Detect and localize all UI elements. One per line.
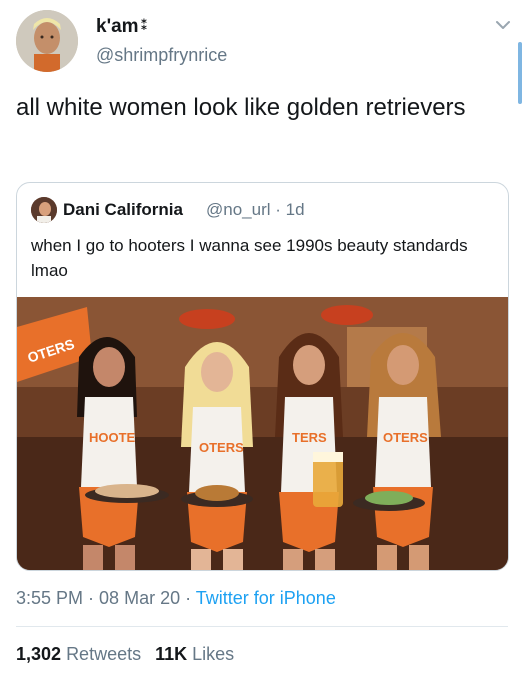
photo-shirt-text-1: HOOTE — [89, 430, 136, 445]
photo-shirt-text-3: TERS — [292, 430, 327, 445]
quoted-author-meta: @no_url · 1d — [206, 200, 305, 219]
quoted-author-avatar — [31, 197, 57, 223]
likes-count: 11K — [155, 644, 188, 664]
tweet-source-link[interactable]: Twitter for iPhone — [196, 588, 336, 608]
retweets-label: Retweets — [66, 644, 142, 664]
tweet-timestamp: 3:55 PM · 08 Mar 20 · Twitter for iPhone — [16, 588, 336, 608]
quoted-photo[interactable]: OTERS HOOTE OTERS TERS OTERS — [17, 297, 508, 570]
scrollbar[interactable] — [518, 42, 522, 104]
quoted-author-name: Dani California — [63, 200, 183, 219]
retweets-stat[interactable]: 1,302 Retweets — [16, 644, 141, 664]
photo-shirt-text-4: OTERS — [383, 430, 428, 445]
likes-stat[interactable]: 11K Likes — [155, 644, 234, 664]
author-badge: ⁑ — [140, 17, 148, 33]
quoted-author-handle: @no_url — [206, 200, 271, 219]
tweet-stats: 1,302 Retweets 11K Likes — [16, 644, 234, 665]
author-name[interactable]: k'am ⁑ — [96, 16, 148, 38]
author-handle[interactable]: @shrimpfrynrice — [96, 45, 227, 66]
chevron-down-icon[interactable] — [492, 14, 514, 36]
timestamp-date[interactable]: 08 Mar 20 — [99, 588, 180, 608]
quoted-time-ago: 1d — [285, 200, 305, 219]
retweets-count: 1,302 — [16, 644, 62, 664]
quoted-tweet-text: when I go to hooters I wanna see 1990s b… — [31, 236, 468, 280]
divider — [16, 626, 508, 627]
photo-shirt-text-2: OTERS — [199, 440, 244, 455]
tweet-header: k'am ⁑ @shrimpfrynrice — [16, 10, 516, 72]
tweet-text: all white women look like golden retriev… — [16, 94, 466, 121]
author-avatar[interactable] — [16, 10, 78, 72]
timestamp-time[interactable]: 3:55 PM — [16, 588, 83, 608]
likes-label: Likes — [192, 644, 235, 664]
quoted-tweet[interactable]: Dani California @no_url · 1d when I go t… — [16, 182, 509, 571]
